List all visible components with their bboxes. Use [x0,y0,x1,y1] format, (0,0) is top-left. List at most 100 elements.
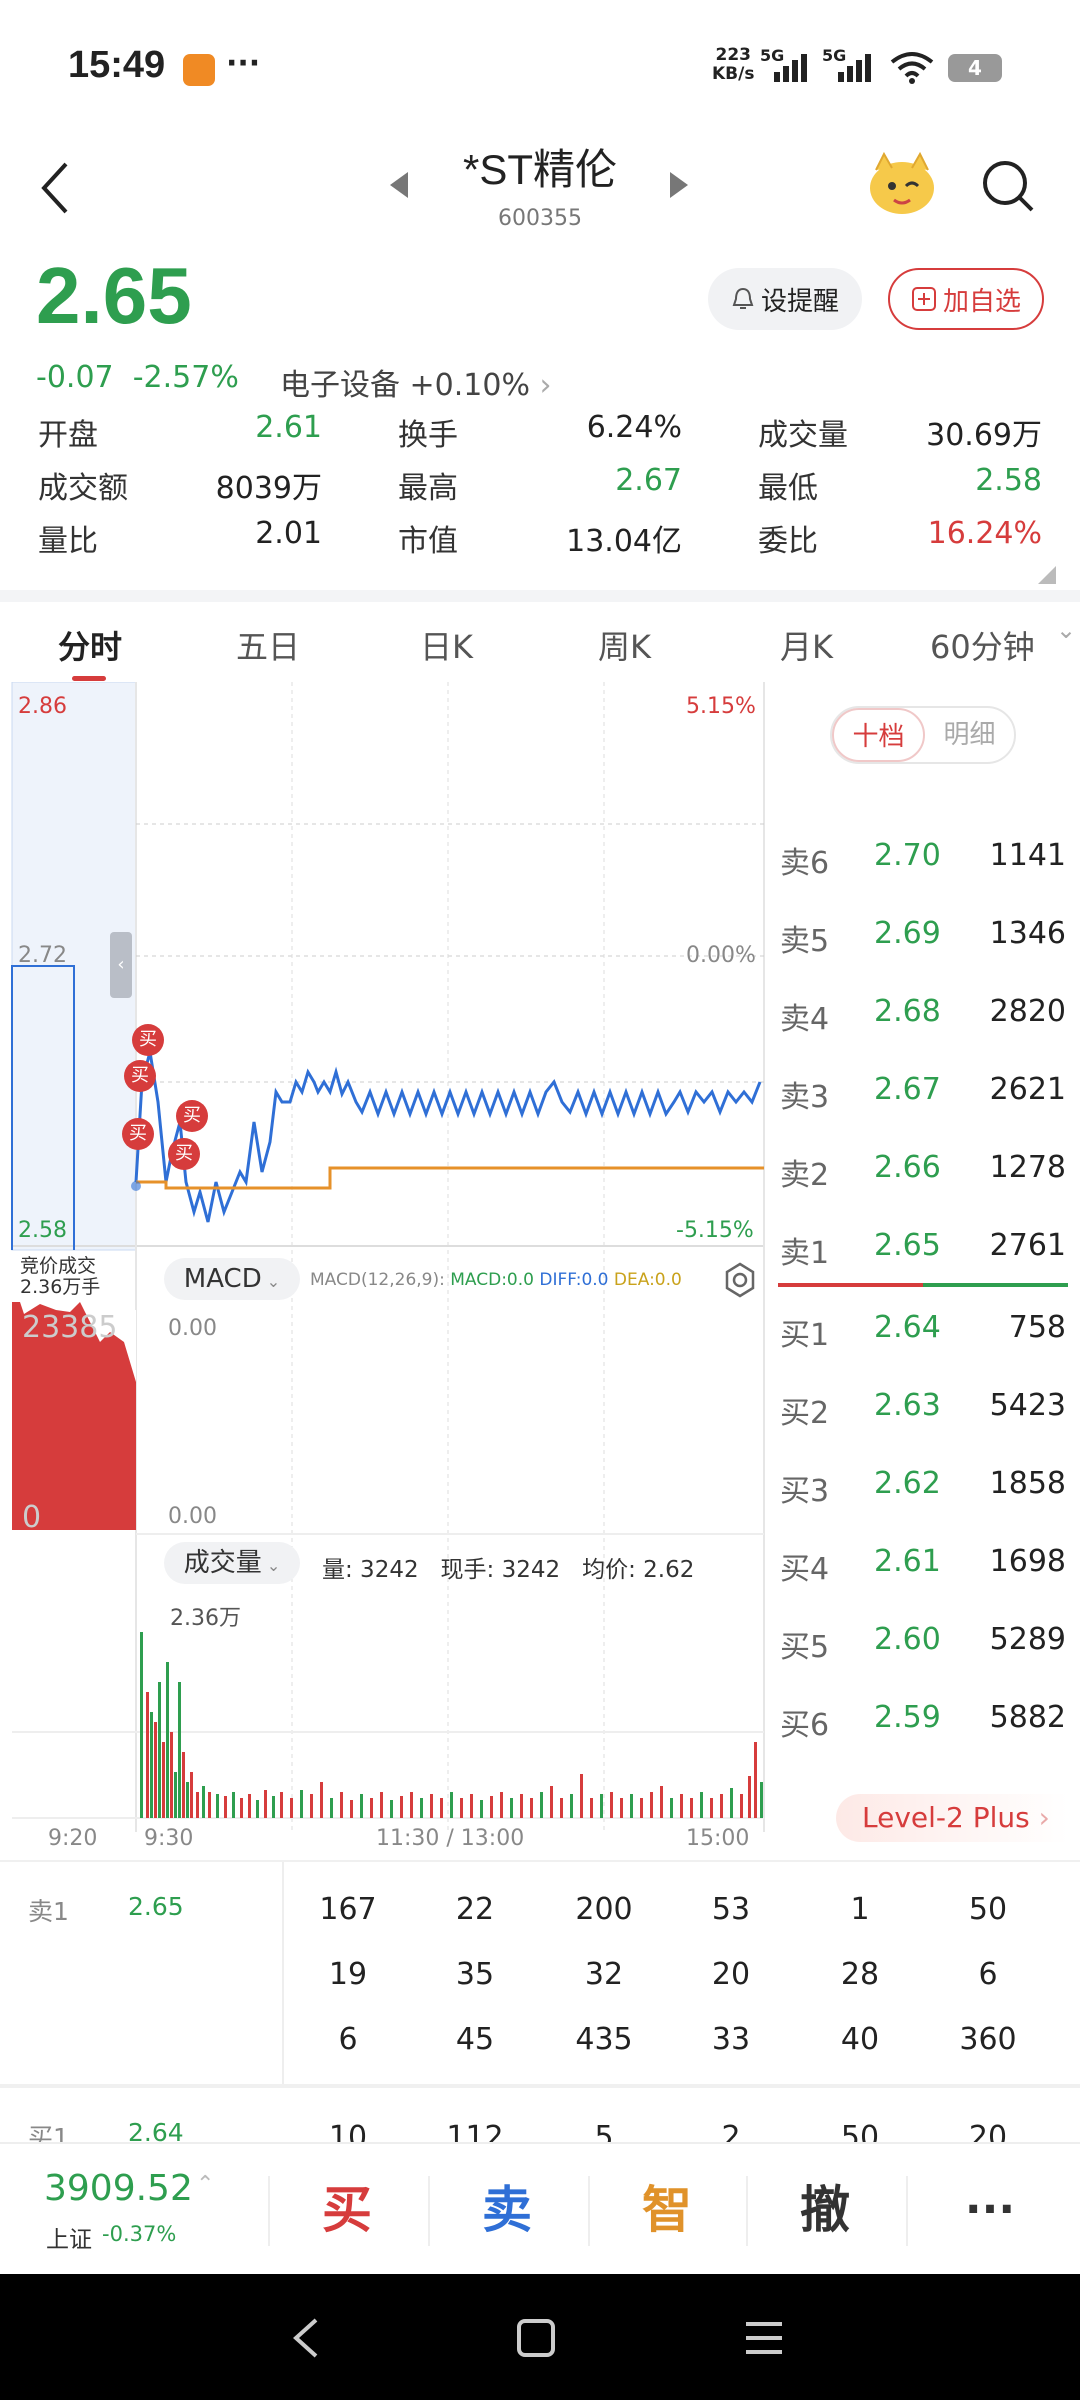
stat-value: 13.04亿 [566,524,682,559]
volume-bar [690,1798,693,1818]
volume-bar [208,1792,211,1818]
queue-qty: 53 [711,1892,751,1927]
volume-bar [670,1798,673,1818]
volume-bar [162,1742,165,1818]
smart-button[interactable]: 智 [592,2170,742,2250]
trade-marker-5[interactable]: 买 [168,1138,200,1170]
stat-value: 2.67 [615,463,682,498]
nav-back-icon[interactable] [290,2316,320,2360]
level-price: 2.59 [874,1700,941,1735]
macd-legend: MACD(12,26,9): MACD:0.0 DIFF:0.0 DEA:0.0 [310,1270,682,1290]
tab-0[interactable]: 分时 [58,622,122,668]
time-label-930: 9:30 [144,1826,194,1851]
sell-button[interactable]: 卖 [432,2170,582,2250]
buy-button[interactable]: 买 [272,2170,422,2250]
volume-selector[interactable]: 成交量 ⌄ [164,1542,300,1584]
queue-qty: 28 [840,1957,880,1992]
macd-selector[interactable]: MACD ⌄ [164,1258,300,1300]
volume-bar [700,1792,703,1818]
cancel-order-button[interactable]: 撤 [750,2170,900,2250]
volume-bar [340,1792,343,1818]
queue-qty: 50 [840,2120,880,2142]
stock-title: *ST精伦 [462,146,617,193]
volume-bar [430,1794,433,1818]
trade-marker-2[interactable]: 买 [124,1060,156,1092]
bid-row[interactable]: 买5 2.60 5289 [770,1622,1080,1672]
level-label: 买4 [780,1552,830,1587]
volume-bar [710,1798,713,1818]
volume-bar [158,1682,161,1818]
level-label: 买6 [780,1708,830,1743]
status-time: 15:49 [68,44,166,86]
bid-row[interactable]: 买1 2.64 758 [770,1310,1080,1360]
collapse-handle[interactable]: ‹ [110,932,132,998]
queue-qty: 50 [968,1892,1008,1927]
back-icon[interactable] [38,160,72,216]
queue-qty: 32 [584,1957,624,1992]
stat-value: 8039万 [215,471,322,506]
time-label-midday: 11:30 / 13:00 [376,1826,525,1851]
auction-vol-value: 23385 [22,1310,118,1345]
level-qty: 1698 [989,1544,1066,1579]
volume-bar [186,1782,189,1818]
queue-qty: 10 [328,2120,368,2142]
ask-row[interactable]: 卖2 2.66 1278 [770,1150,1080,1200]
volume-bar [720,1794,723,1818]
pct-max-label: 5.15% [686,694,756,719]
bid-row[interactable]: 买4 2.61 1698 [770,1544,1080,1594]
queue-qty: 35 [455,1957,495,1992]
status-dots: ··· [226,46,261,81]
ask-row[interactable]: 卖1 2.65 2761 [770,1228,1080,1278]
volume-bar [400,1796,403,1818]
next-stock-icon[interactable] [668,170,690,200]
stat-label: 开盘 [38,418,98,453]
volume-bar [320,1782,323,1818]
tab-2[interactable]: 日K [420,622,473,668]
queue-price: 2.64 [128,2118,184,2142]
volume-bar [170,1732,173,1818]
ask-row[interactable]: 卖4 2.68 2820 [770,994,1080,1044]
volume-bar [280,1792,283,1818]
volume-bar [560,1798,563,1818]
volume-bar [650,1792,653,1818]
level-qty: 2621 [989,1072,1066,1107]
stat-value: 6.24% [586,410,682,445]
level-price: 2.67 [874,1072,941,1107]
level2-badge[interactable]: Level-2 Plus › [836,1794,1068,1842]
index-value: 3909.52 [44,2168,193,2209]
trade-marker-4[interactable]: 买 [122,1118,154,1150]
prev-stock-icon[interactable] [388,170,410,200]
volume-bar [178,1682,181,1818]
macd-bottom-label: 0.00 [168,1504,217,1529]
ask-row[interactable]: 卖3 2.67 2621 [770,1072,1080,1122]
volume-bar [630,1794,633,1818]
queue-row-divider [0,2084,1080,2088]
settings-icon[interactable] [722,1262,758,1298]
queue-qty: 360 [959,2022,1017,2057]
sector-link[interactable]: 电子设备 +0.10% › [280,360,552,404]
tab-1[interactable]: 五日 [236,622,300,668]
index-ticker[interactable]: 3909.52 ⌃ 上证 -0.37% [44,2168,244,2258]
trade-marker-3[interactable]: 买 [176,1100,208,1132]
volume-bar [264,1790,267,1818]
queue-qty: 20 [711,1957,751,1992]
stat-label: 最高 [398,471,458,506]
nav-home-icon[interactable] [516,2318,556,2358]
bid-row[interactable]: 买2 2.63 5423 [770,1388,1080,1438]
ask-row[interactable]: 卖6 2.70 1141 [770,838,1080,888]
tab-3[interactable]: 周K [598,622,651,668]
level-qty: 1141 [989,838,1066,873]
volume-bar [440,1798,443,1818]
bid-row[interactable]: 买3 2.62 1858 [770,1466,1080,1516]
volume-bar [660,1786,663,1818]
nav-menu-icon[interactable] [744,2320,784,2356]
more-button[interactable]: ··· [910,2170,1070,2250]
ask-row[interactable]: 卖5 2.69 1346 [770,916,1080,966]
trade-marker-1[interactable]: 买 [132,1024,164,1056]
change-percent: -2.57% [132,360,239,395]
price-max-label: 2.86 [18,694,67,719]
level-qty: 1346 [989,916,1066,951]
level-price: 2.66 [874,1150,941,1185]
bid-row[interactable]: 买6 2.59 5882 [770,1700,1080,1750]
intraday-chart[interactable] [0,682,770,1852]
